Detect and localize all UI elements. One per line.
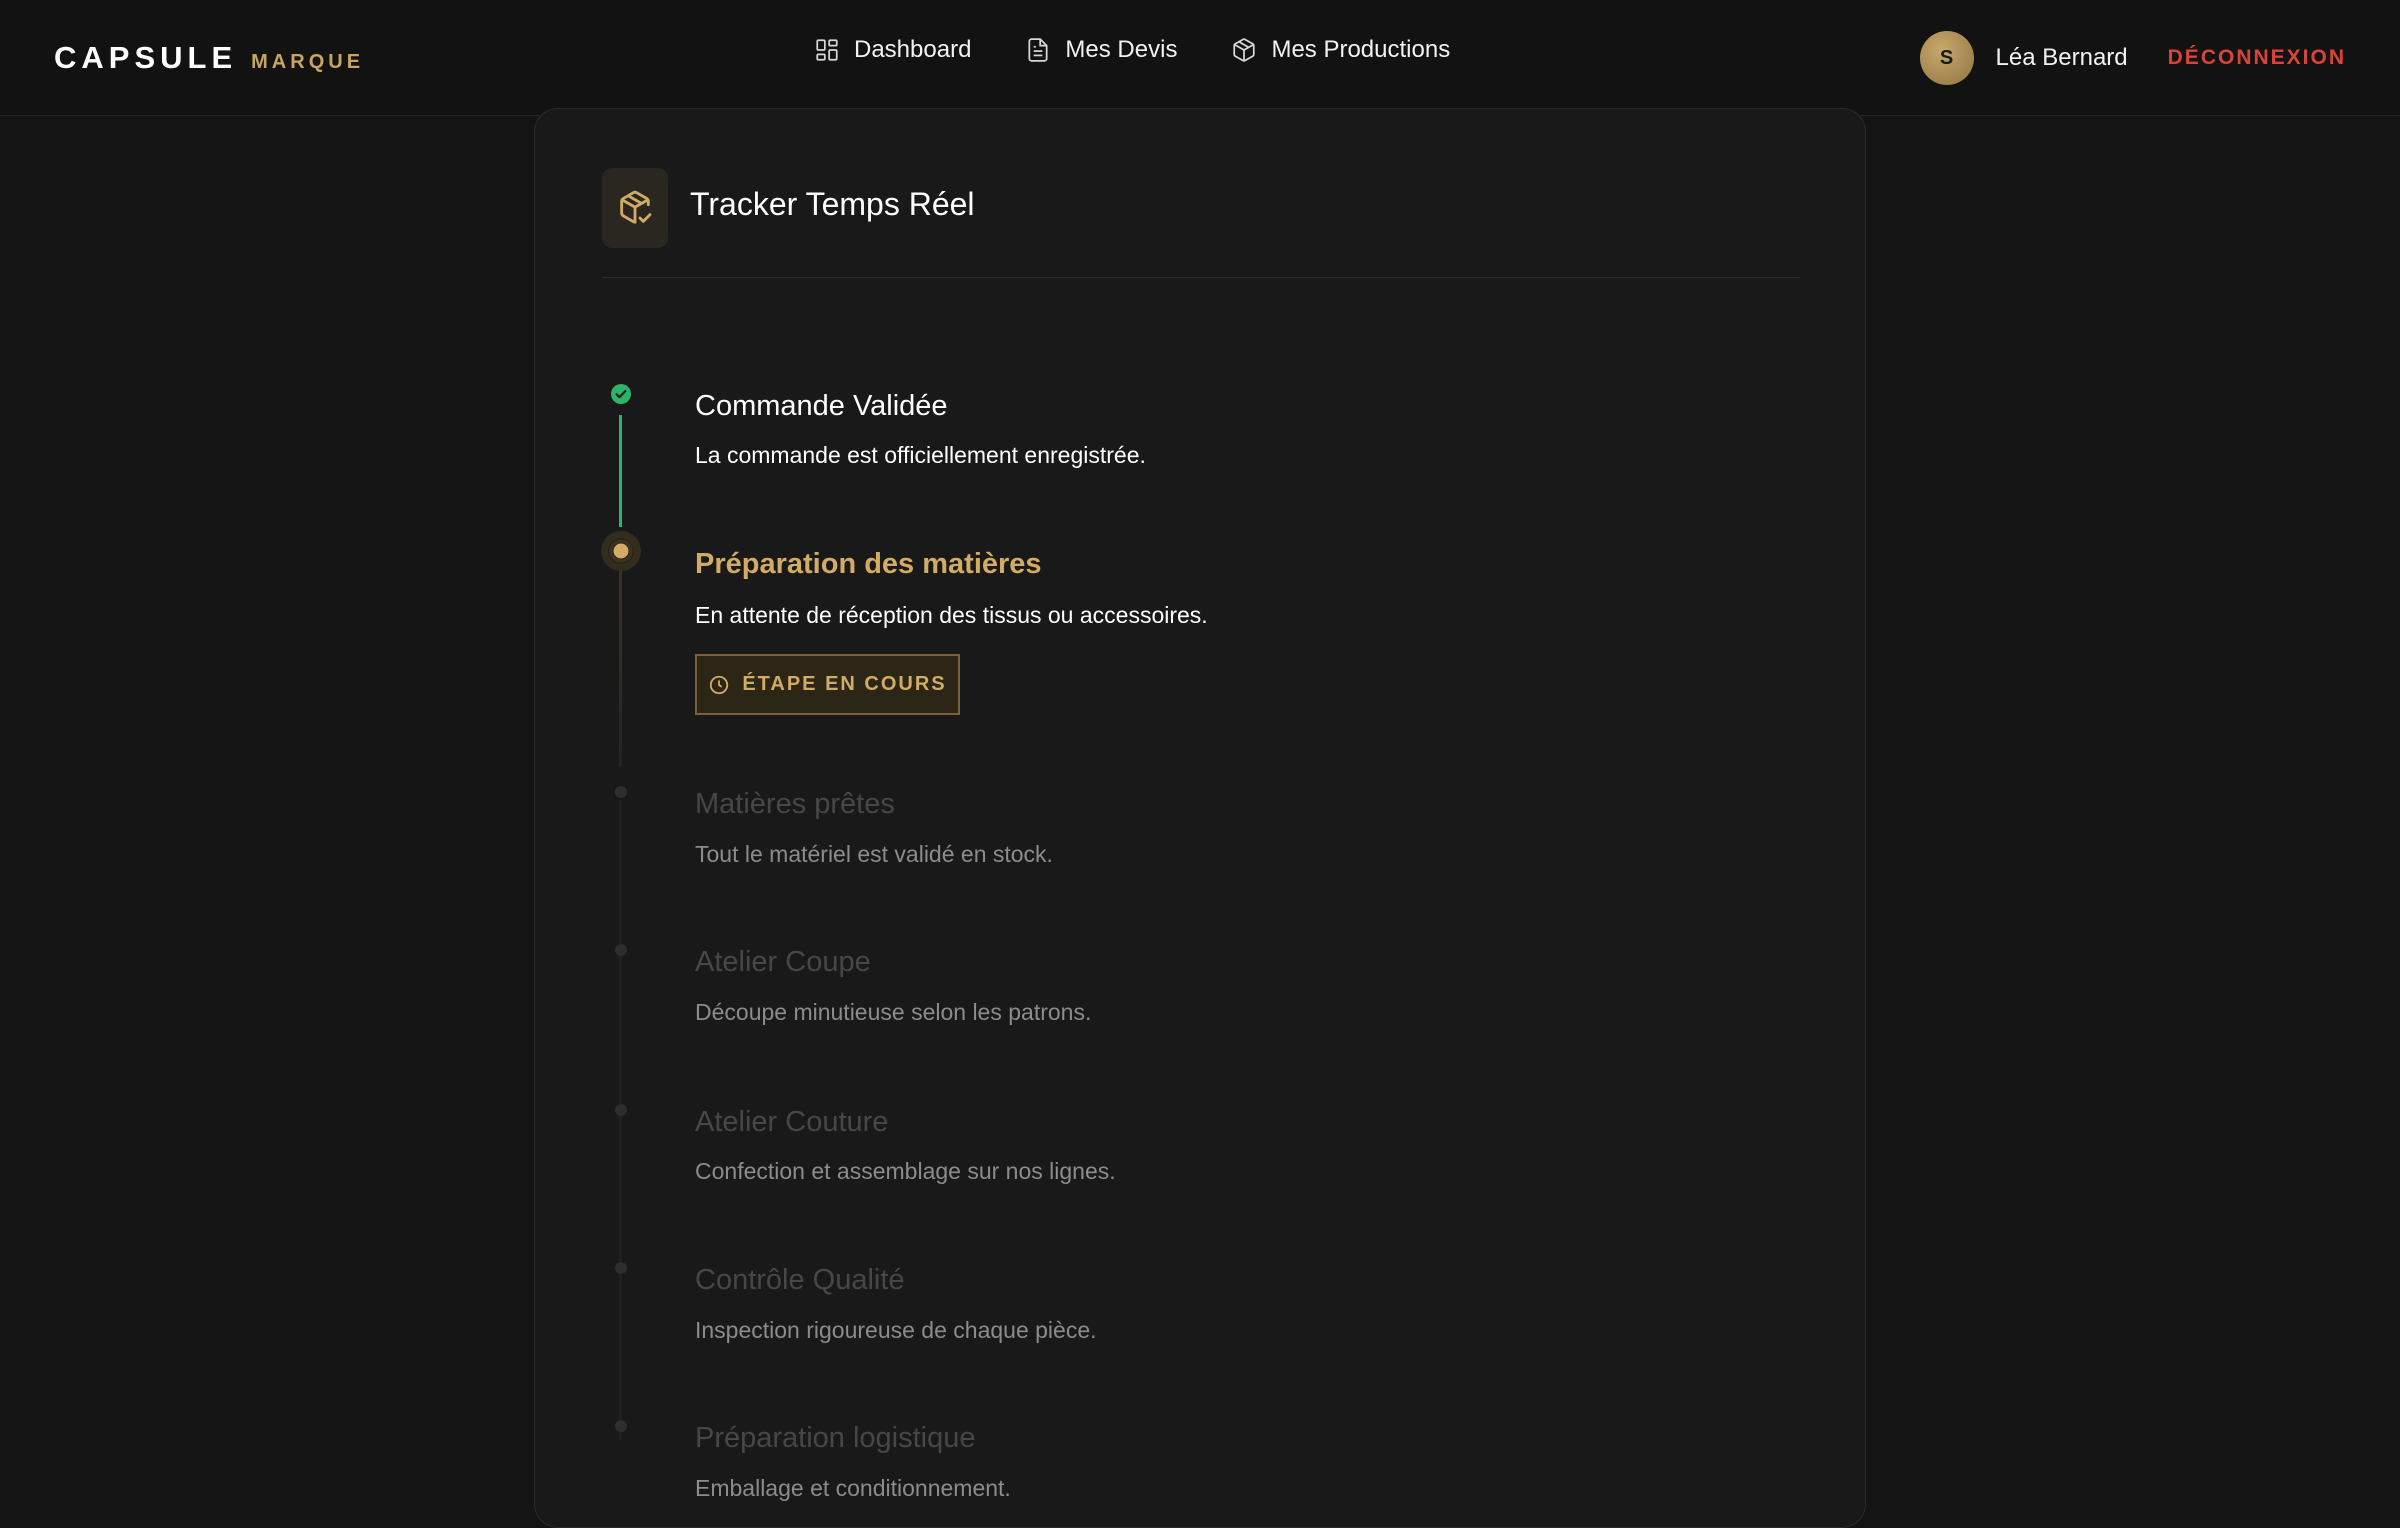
pending-step-dot bbox=[615, 1104, 627, 1116]
step-description: Confection et assemblage sur nos lignes. bbox=[695, 1158, 1116, 1184]
pending-step-dot bbox=[615, 1420, 627, 1432]
nav-mes-devis-label: Mes Devis bbox=[1065, 36, 1178, 63]
current-step-badge-label: ÉTAPE EN COURS bbox=[742, 673, 947, 695]
package-check-icon bbox=[602, 168, 668, 248]
document-icon bbox=[1028, 38, 1048, 62]
check-circle-icon bbox=[611, 384, 631, 404]
nav-mes-productions[interactable]: Mes Productions bbox=[1231, 36, 1450, 64]
nav-dashboard[interactable]: Dashboard bbox=[814, 36, 971, 64]
step-description: Découpe minutieuse selon les patrons. bbox=[695, 999, 1092, 1025]
timeline-rail-pending bbox=[619, 800, 622, 1440]
timeline-rail-current bbox=[619, 570, 622, 766]
logout-button[interactable]: DÉCONNEXION bbox=[2168, 46, 2346, 70]
nav-mes-productions-label: Mes Productions bbox=[1271, 36, 1451, 63]
step-title: Matières prêtes bbox=[695, 788, 895, 820]
clock-icon bbox=[710, 675, 729, 694]
user-menu: S Léa Bernard DÉCONNEXION bbox=[1919, 31, 2346, 85]
step-title: Atelier Couture bbox=[695, 1106, 889, 1138]
step-title: Préparation logistique bbox=[695, 1422, 976, 1454]
package-icon bbox=[1233, 38, 1256, 62]
pending-step-dot bbox=[615, 1262, 627, 1274]
tracker-title: Tracker Temps Réel bbox=[690, 186, 975, 222]
main-nav: Dashboard Mes Devis Mes Productions bbox=[814, 36, 1504, 64]
current-step-badge: ÉTAPE EN COURS bbox=[695, 654, 960, 715]
brand-name: CAPSULE bbox=[54, 40, 238, 75]
pending-step-dot bbox=[615, 944, 627, 956]
user-name: Léa Bernard bbox=[1995, 44, 2128, 71]
step-description: La commande est officiellement enregistr… bbox=[695, 442, 1146, 468]
step-description: En attente de réception des tissus ou ac… bbox=[695, 602, 1208, 628]
top-navigation-bar: CAPSULE MARQUE Dashboard Mes Devis Mes P… bbox=[0, 0, 2400, 116]
step-title: Préparation des matières bbox=[695, 548, 1042, 580]
brand-logo[interactable]: CAPSULE MARQUE bbox=[54, 40, 364, 76]
step-title: Contrôle Qualité bbox=[695, 1264, 905, 1296]
brand-subtitle: MARQUE bbox=[251, 51, 365, 73]
pending-step-dot bbox=[615, 786, 627, 798]
step-description: Emballage et conditionnement. bbox=[695, 1475, 1011, 1501]
current-step-indicator-icon bbox=[601, 531, 641, 571]
timeline-rail-done bbox=[619, 415, 622, 527]
step-title: Commande Validée bbox=[695, 390, 948, 422]
nav-dashboard-label: Dashboard bbox=[854, 36, 972, 63]
dashboard-icon bbox=[816, 39, 838, 61]
step-description: Tout le matériel est validé en stock. bbox=[695, 841, 1053, 867]
step-description: Inspection rigoureuse de chaque pièce. bbox=[695, 1317, 1097, 1343]
step-title: Atelier Coupe bbox=[695, 946, 871, 978]
nav-mes-devis[interactable]: Mes Devis bbox=[1025, 36, 1177, 64]
avatar[interactable]: S bbox=[1919, 31, 1974, 85]
tracker-header: Tracker Temps Réel bbox=[602, 168, 1800, 278]
